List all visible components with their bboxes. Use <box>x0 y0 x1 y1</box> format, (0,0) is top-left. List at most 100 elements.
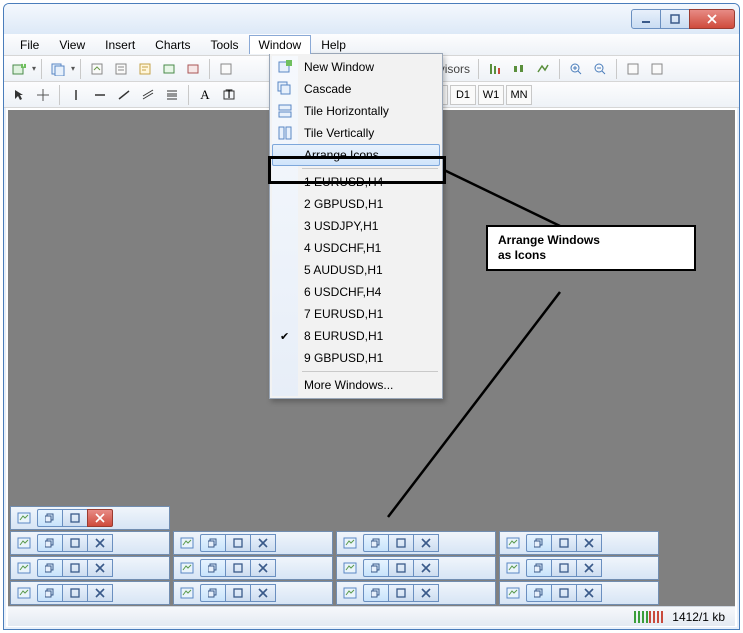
timeframe-mn[interactable]: MN <box>506 85 532 105</box>
menu-tools[interactable]: Tools <box>201 35 249 55</box>
timeframe-d1[interactable]: D1 <box>450 85 476 105</box>
chart-icon <box>340 584 360 602</box>
maximize-button[interactable] <box>551 559 577 577</box>
close-button[interactable] <box>87 584 113 602</box>
timeframe-w1[interactable]: W1 <box>478 85 504 105</box>
close-button[interactable] <box>250 534 276 552</box>
restore-button[interactable] <box>37 534 63 552</box>
maximize-button[interactable] <box>551 534 577 552</box>
restore-button[interactable] <box>37 559 63 577</box>
menuitem-window-5[interactable]: 5 AUDUSD,H1 <box>272 259 440 281</box>
horizontal-line-icon[interactable] <box>89 84 111 106</box>
crosshair-icon[interactable] <box>32 84 54 106</box>
maximize-button[interactable] <box>388 584 414 602</box>
autoscroll-icon[interactable] <box>622 58 644 80</box>
fibonacci-icon[interactable] <box>161 84 183 106</box>
menuitem-cascade[interactable]: Cascade <box>272 78 440 100</box>
maximize-button[interactable] <box>388 559 414 577</box>
vertical-line-icon[interactable] <box>65 84 87 106</box>
close-button[interactable] <box>250 559 276 577</box>
menuitem-window-9[interactable]: 9 GBPUSD,H1 <box>272 347 440 369</box>
new-chart-icon[interactable]: + <box>8 58 30 80</box>
menuitem-tile-horizontally[interactable]: Tile Horizontally <box>272 100 440 122</box>
zoom-in-icon[interactable] <box>565 58 587 80</box>
terminal-icon[interactable] <box>158 58 180 80</box>
restore-button[interactable] <box>200 584 226 602</box>
indicator-line-icon[interactable] <box>532 58 554 80</box>
close-button[interactable] <box>576 534 602 552</box>
close-button[interactable] <box>87 509 113 527</box>
close-button[interactable] <box>87 534 113 552</box>
zoom-out-icon[interactable] <box>589 58 611 80</box>
maximize-button[interactable] <box>62 509 88 527</box>
menuitem-window-3[interactable]: 3 USDJPY,H1 <box>272 215 440 237</box>
indicator-candles-icon[interactable] <box>508 58 530 80</box>
text-icon[interactable]: A <box>194 84 216 106</box>
maximize-button[interactable] <box>551 584 577 602</box>
strategy-tester-icon[interactable] <box>182 58 204 80</box>
menu-view[interactable]: View <box>49 35 95 55</box>
maximize-button[interactable] <box>62 534 88 552</box>
close-button[interactable] <box>250 584 276 602</box>
chart-icon <box>177 584 197 602</box>
restore-button[interactable] <box>37 584 63 602</box>
minimized-window <box>173 556 333 580</box>
restore-button[interactable] <box>200 534 226 552</box>
menuitem-window-1[interactable]: 1 EURUSD,H4 <box>272 171 440 193</box>
close-button[interactable] <box>413 559 439 577</box>
menuitem-window-6[interactable]: 6 USDCHF,H4 <box>272 281 440 303</box>
restore-button[interactable] <box>363 559 389 577</box>
menu-file[interactable]: File <box>10 35 49 55</box>
data-window-icon[interactable] <box>110 58 132 80</box>
trendline-icon[interactable] <box>113 84 135 106</box>
maximize-button[interactable] <box>62 584 88 602</box>
minimize-button[interactable] <box>631 9 661 29</box>
maximize-button[interactable] <box>225 584 251 602</box>
restore-button[interactable] <box>200 559 226 577</box>
statusbar: 1412/1 kb <box>8 606 735 626</box>
maximize-button[interactable] <box>225 559 251 577</box>
close-button[interactable] <box>413 534 439 552</box>
text-label-icon[interactable]: T <box>218 84 240 106</box>
restore-button[interactable] <box>363 584 389 602</box>
maximize-button[interactable] <box>225 534 251 552</box>
chart-icon <box>14 534 34 552</box>
restore-button[interactable] <box>526 559 552 577</box>
chart-icon <box>14 559 34 577</box>
navigator-icon[interactable] <box>134 58 156 80</box>
close-button[interactable] <box>689 9 735 29</box>
menu-charts[interactable]: Charts <box>145 35 200 55</box>
chartshift-icon[interactable] <box>646 58 668 80</box>
menuitem-tile-vertically[interactable]: Tile Vertically <box>272 122 440 144</box>
menu-window[interactable]: Window <box>249 35 312 54</box>
new-order-icon[interactable] <box>215 58 237 80</box>
menuitem-new-window[interactable]: New Window <box>272 56 440 78</box>
close-button[interactable] <box>87 559 113 577</box>
maximize-button[interactable] <box>660 9 690 29</box>
market-watch-icon[interactable] <box>86 58 108 80</box>
restore-button[interactable] <box>526 584 552 602</box>
menuitem-arrange-icons[interactable]: Arrange Icons <box>272 144 440 166</box>
menuitem-window-4[interactable]: 4 USDCHF,H1 <box>272 237 440 259</box>
maximize-button[interactable] <box>388 534 414 552</box>
close-button[interactable] <box>576 584 602 602</box>
svg-text:T: T <box>225 88 233 101</box>
menuitem-window-7[interactable]: 7 EURUSD,H1 <box>272 303 440 325</box>
restore-button[interactable] <box>37 509 63 527</box>
restore-button[interactable] <box>526 534 552 552</box>
equidistant-icon[interactable] <box>137 84 159 106</box>
close-button[interactable] <box>576 559 602 577</box>
close-button[interactable] <box>413 584 439 602</box>
maximize-button[interactable] <box>62 559 88 577</box>
menuitem-window-2[interactable]: 2 GBPUSD,H1 <box>272 193 440 215</box>
restore-button[interactable] <box>363 534 389 552</box>
profiles-icon[interactable] <box>47 58 69 80</box>
menuitem-more-windows[interactable]: More Windows... <box>272 374 440 396</box>
indicator-bars-icon[interactable] <box>484 58 506 80</box>
minimized-window <box>10 581 170 605</box>
menu-help[interactable]: Help <box>311 35 356 55</box>
menuitem-window-8[interactable]: ✔8 EURUSD,H1 <box>272 325 440 347</box>
minimized-row-3 <box>10 581 659 605</box>
menu-insert[interactable]: Insert <box>95 35 145 55</box>
cursor-icon[interactable] <box>8 84 30 106</box>
